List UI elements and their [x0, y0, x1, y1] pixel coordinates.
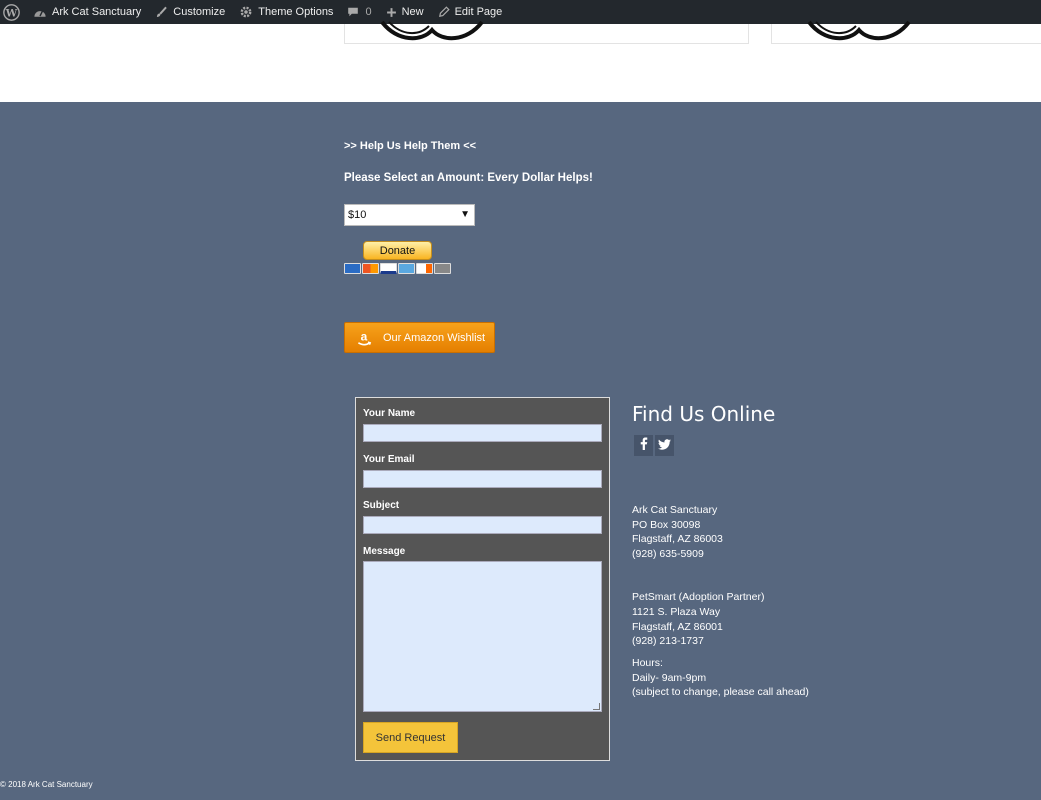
amazon-wishlist-button[interactable]: a Our Amazon Wishlist — [344, 322, 495, 353]
amex-icon — [344, 263, 361, 274]
phone-line: (928) 635-5909 — [632, 548, 704, 560]
message-textarea[interactable] — [363, 561, 602, 712]
dropdown-arrow-icon: ▼ — [460, 209, 470, 220]
wordpress-menu[interactable]: W — [0, 0, 26, 24]
donate-button[interactable]: Donate — [363, 241, 432, 260]
payment-card-icons — [344, 263, 451, 274]
address-line: Ark Cat Sanctuary — [632, 504, 718, 516]
new-label: New — [401, 6, 424, 18]
wordpress-icon: W — [3, 3, 20, 21]
cat-illustration-icon — [807, 20, 911, 41]
address-line: Flagstaff, AZ 86001 — [632, 621, 723, 633]
content-card — [771, 20, 1041, 44]
theme-options-menu[interactable]: Theme Options — [232, 0, 340, 24]
email-label: Your Email — [363, 454, 415, 465]
content-area — [0, 20, 1041, 102]
svg-text:W: W — [5, 7, 18, 19]
phone-line: (928) 213-1737 — [632, 635, 704, 647]
amex-blue-icon — [398, 263, 415, 274]
copyright-text: © 2018 Ark Cat Sanctuary — [0, 780, 93, 789]
mastercard-icon — [362, 263, 379, 274]
hours-line: Daily- 9am-9pm — [632, 672, 707, 684]
hours-line: Hours: — [632, 657, 663, 669]
address-line: 1121 S. Plaza Way — [632, 606, 721, 618]
amount-selected-value: $10 — [348, 209, 367, 221]
message-label: Message — [363, 546, 406, 557]
email-input[interactable] — [363, 470, 602, 488]
name-label: Your Name — [363, 408, 416, 419]
visa-icon — [380, 263, 397, 274]
edit-page-label: Edit Page — [454, 6, 503, 18]
send-request-button[interactable]: Send Request — [363, 722, 458, 753]
pencil-icon — [438, 6, 450, 18]
contact-form: Your Name Your Email Subject Message Sen… — [355, 397, 610, 761]
discover-icon — [416, 263, 433, 274]
address-line: PetSmart (Adoption Partner) — [632, 591, 765, 603]
name-input[interactable] — [363, 424, 602, 442]
content-card — [344, 20, 749, 44]
comments-menu[interactable]: 0 — [340, 0, 378, 24]
comment-icon — [347, 6, 359, 18]
gear-icon — [239, 5, 253, 19]
donate-heading: >> Help Us Help Them << — [344, 140, 477, 152]
amazon-icon: a — [354, 328, 374, 348]
site-name-menu[interactable]: Ark Cat Sanctuary — [26, 0, 148, 24]
amazon-wishlist-label: Our Amazon Wishlist — [383, 331, 486, 344]
twitter-link[interactable] — [655, 435, 674, 456]
facebook-icon — [640, 436, 648, 455]
facebook-link[interactable] — [634, 435, 653, 456]
donate-subheading: Please Select an Amount: Every Dollar He… — [344, 172, 593, 184]
plus-icon — [386, 7, 397, 18]
subject-input[interactable] — [363, 516, 602, 534]
address-line: PO Box 30098 — [632, 519, 701, 531]
find-us-title: Find Us Online — [632, 402, 776, 426]
bank-icon — [434, 263, 451, 274]
dashboard-icon — [33, 6, 47, 19]
subject-label: Subject — [363, 500, 400, 511]
site-name-label: Ark Cat Sanctuary — [52, 6, 142, 18]
svg-text:a: a — [361, 329, 368, 343]
customize-menu[interactable]: Customize — [148, 0, 232, 24]
resize-handle[interactable] — [593, 703, 600, 710]
address-line: Flagstaff, AZ 86003 — [632, 533, 723, 545]
customize-label: Customize — [173, 6, 226, 18]
cat-illustration-icon — [380, 20, 484, 41]
amount-select[interactable]: $10 ▼ — [344, 204, 475, 226]
hours-line: (subject to change, please call ahead) — [632, 686, 809, 698]
theme-options-label: Theme Options — [258, 6, 334, 18]
brush-icon — [155, 6, 168, 19]
comments-count: 0 — [365, 6, 372, 18]
twitter-icon — [658, 437, 671, 455]
